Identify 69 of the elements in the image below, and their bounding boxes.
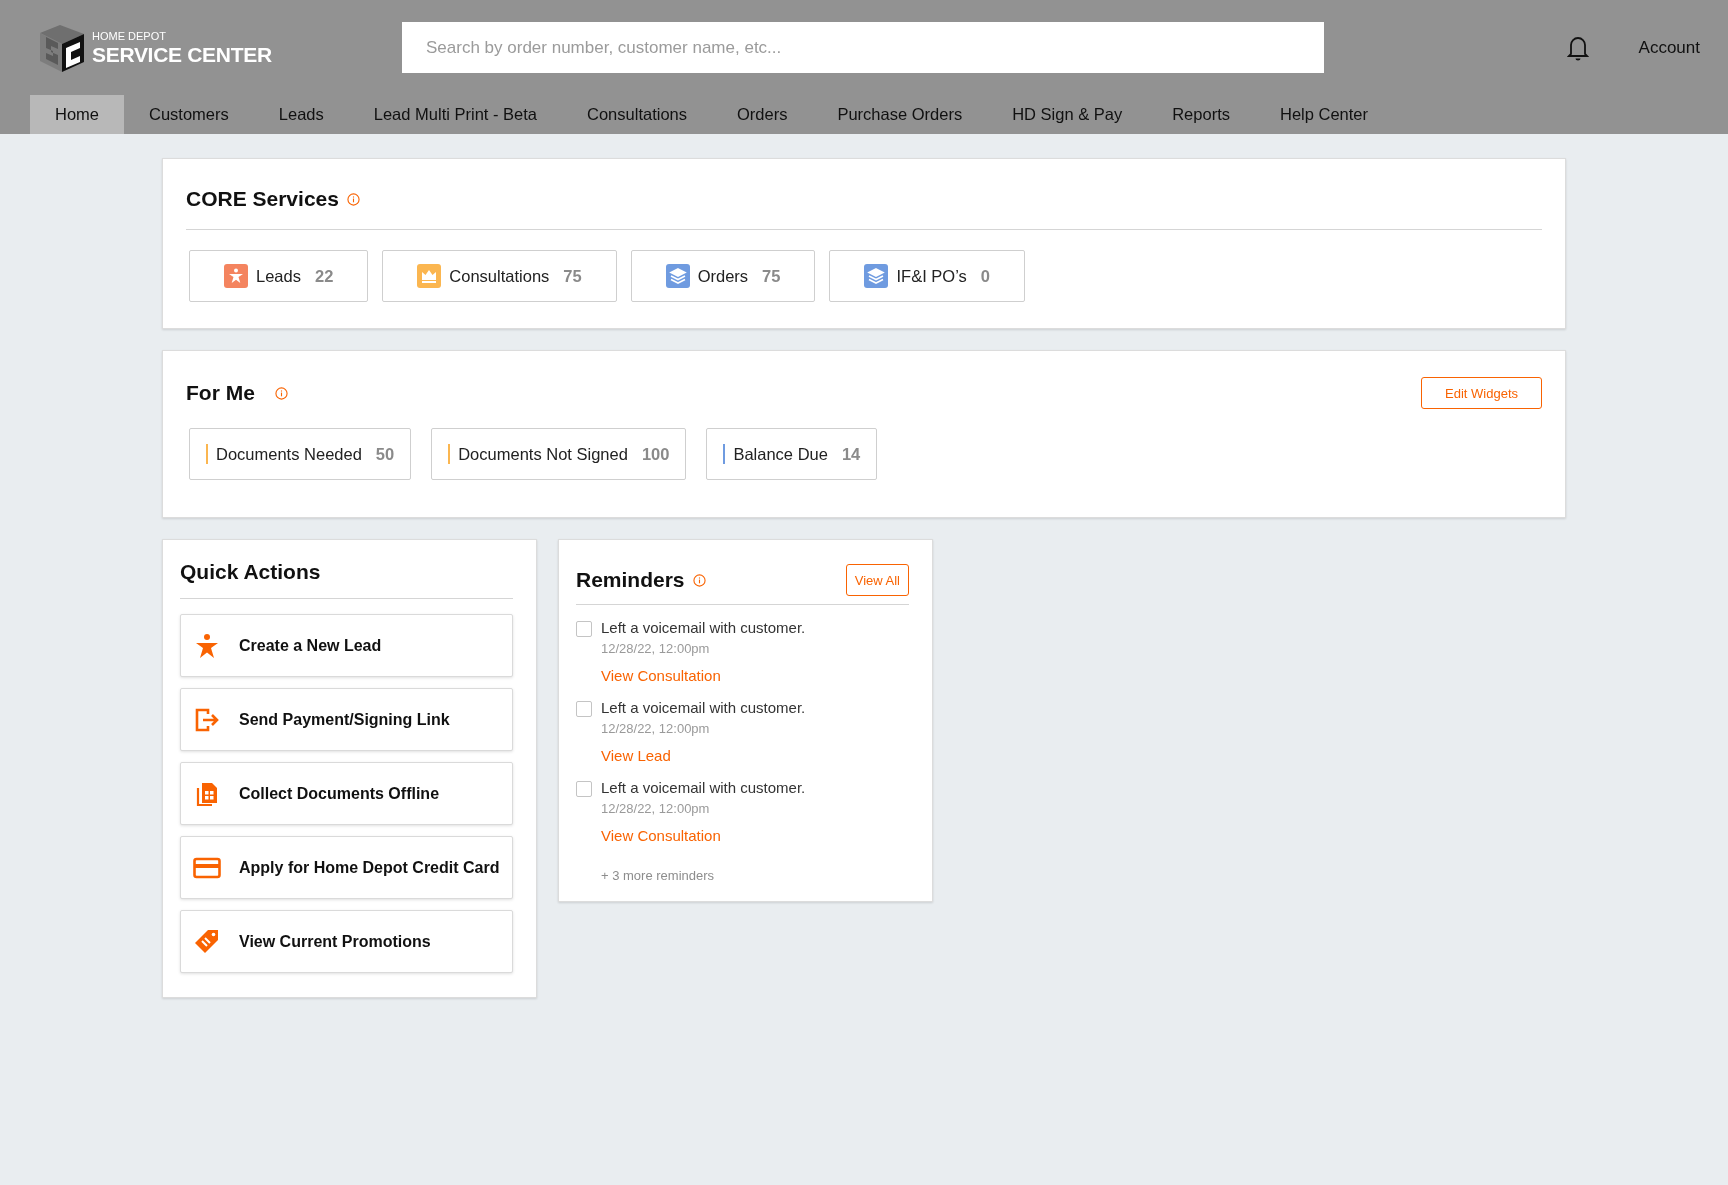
service-tile[interactable]: Leads 22 <box>189 250 369 302</box>
quick-action-button[interactable]: View Current Promotions <box>180 910 513 973</box>
logo-subtitle: HOME DEPOT <box>92 30 167 42</box>
tile-count: 100 <box>641 444 670 464</box>
nav-tab[interactable]: Lead Multi Print - Beta <box>348 95 562 134</box>
tile-label: Balance Due <box>733 444 828 464</box>
reminder-text: Left a voicemail with customer. <box>601 619 806 636</box>
nav-tab[interactable]: Consultations <box>562 95 712 134</box>
reminder-time: 12/28/22, 12:00pm <box>601 801 711 816</box>
quick-action-button[interactable]: Create a New Lead <box>180 614 513 677</box>
tile-count: 14 <box>841 444 861 464</box>
person-icon <box>224 264 248 288</box>
view-all-button[interactable]: View All <box>845 564 909 596</box>
reminder-text: Left a voicemail with customer. <box>601 779 806 796</box>
crown-icon <box>417 264 442 288</box>
layers-icon <box>665 264 690 288</box>
cube-logo-icon <box>38 22 86 73</box>
nav-tab[interactable]: Orders <box>712 95 813 134</box>
tile-label: Orders <box>697 266 749 286</box>
nav-tab[interactable]: Customers <box>124 95 254 134</box>
service-tile[interactable]: IF&I PO’s 0 <box>829 250 1025 302</box>
section-title: Quick Actions <box>180 560 322 584</box>
tile-label: Consultations <box>449 266 550 286</box>
checkbox[interactable] <box>576 781 592 797</box>
nav-tab[interactable]: HD Sign & Pay <box>987 95 1148 134</box>
widget-tile[interactable]: Documents Needed 50 <box>189 428 412 480</box>
account-link[interactable]: Account <box>1638 37 1700 58</box>
quick-action-button[interactable]: Apply for Home Depot Credit Card <box>180 836 513 899</box>
nav-tab[interactable]: Help Center <box>1255 95 1394 134</box>
tile-label: Documents Needed <box>216 444 362 464</box>
reminder-link[interactable]: View Consultation <box>601 827 806 844</box>
search-field[interactable]: Search by order number, customer name, etc... <box>402 22 1324 73</box>
nav-tab[interactable]: Reports <box>1147 95 1255 134</box>
widget-tile[interactable]: Documents Not Signed 100 <box>431 428 687 480</box>
tag-icon <box>193 927 221 956</box>
reminder-text: Left a voicemail with customer. <box>601 699 806 716</box>
tile-label: Leads <box>256 266 301 286</box>
quick-action-button[interactable]: Send Payment/Signing Link <box>180 688 513 751</box>
reminder-time: 12/28/22, 12:00pm <box>601 721 711 736</box>
tile-label: IF&I PO’s <box>896 266 967 286</box>
checkbox[interactable] <box>576 621 592 637</box>
info-icon[interactable] <box>692 573 706 587</box>
bell-icon[interactable] <box>1566 34 1589 61</box>
nav-tab[interactable]: Leads <box>253 95 349 134</box>
info-icon[interactable] <box>346 192 360 206</box>
more-reminders-text: + 3 more reminders <box>601 868 716 883</box>
tile-label: Documents Not Signed <box>458 444 628 464</box>
service-tile[interactable]: Orders 75 <box>630 250 816 302</box>
tile-count: 22 <box>314 266 334 286</box>
section-title: For Me <box>186 381 255 405</box>
info-icon[interactable] <box>274 386 288 400</box>
tile-count: 50 <box>375 444 395 464</box>
reminder-link[interactable]: View Consultation <box>601 667 806 684</box>
logo-title: SERVICE CENTER <box>92 43 272 65</box>
widget-tile[interactable]: Balance Due 14 <box>706 428 878 480</box>
tile-count: 75 <box>762 266 781 286</box>
tile-count: 75 <box>563 266 582 286</box>
layers-icon <box>864 264 889 288</box>
checkbox[interactable] <box>576 701 592 717</box>
tile-count: 0 <box>980 266 990 286</box>
quick-action-button[interactable]: Collect Documents Offline <box>180 762 513 825</box>
reminder-time: 12/28/22, 12:00pm <box>601 641 711 656</box>
reminder-link[interactable]: View Lead <box>601 747 806 764</box>
nav-tab[interactable]: Purchase Orders <box>812 95 988 134</box>
nav-tab[interactable]: Home <box>30 95 124 134</box>
section-title: CORE Services <box>186 187 339 211</box>
section-title: Reminders <box>576 568 685 592</box>
service-tile[interactable]: Consultations 75 <box>382 250 617 302</box>
edit-widgets-button[interactable]: Edit Widgets <box>1421 377 1542 409</box>
